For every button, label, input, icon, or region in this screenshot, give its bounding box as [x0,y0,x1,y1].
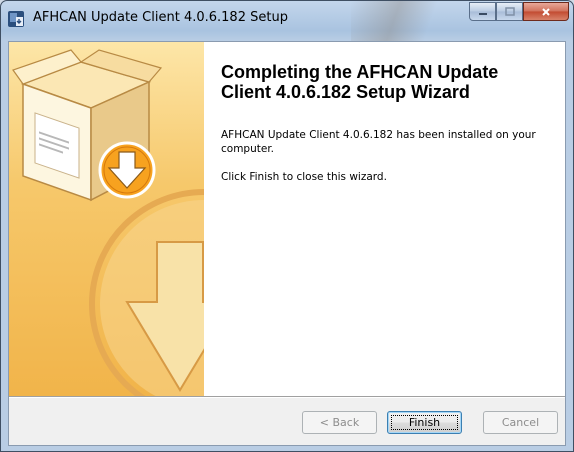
installer-icon [8,11,24,27]
wizard-panel: Completing the AFHCAN Update Client 4.0.… [8,41,566,446]
sidebar-graphic [9,42,204,396]
wizard-heading: Completing the AFHCAN Update Client 4.0.… [221,62,499,102]
window-title: AFHCAN Update Client 4.0.6.182 Setup [33,10,288,25]
caption-buttons [469,2,569,22]
content-area: Completing the AFHCAN Update Client 4.0.… [204,42,565,396]
setup-window: AFHCAN Update Client 4.0.6.182 Setup Com… [0,0,574,452]
button-bar: < Back Finish Cancel [9,398,565,445]
finish-button[interactable]: Finish [387,411,462,434]
installed-message: AFHCAN Update Client 4.0.6.182 has been … [221,129,536,155]
back-button[interactable]: < Back [302,411,377,434]
box-download-graphic [12,49,204,396]
maximize-button [496,2,523,21]
cancel-button[interactable]: Cancel [483,411,558,434]
focus-rect [391,415,458,430]
titlebar-reflection [351,1,461,41]
finish-hint: Click Finish to close this wizard. [221,171,387,183]
minimize-icon [478,12,487,15]
minimize-button[interactable] [469,2,496,21]
close-icon [542,7,550,16]
maximize-icon [504,7,515,16]
title-bar[interactable]: AFHCAN Update Client 4.0.6.182 Setup [1,1,573,41]
close-button[interactable] [523,2,569,21]
